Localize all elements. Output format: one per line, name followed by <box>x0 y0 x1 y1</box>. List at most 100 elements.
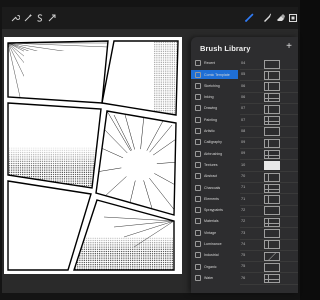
category-folder-icon <box>195 82 201 89</box>
brush-thumbnail <box>264 240 280 250</box>
brush-thumbnail <box>264 217 280 227</box>
category-label: Spraypaints <box>204 208 223 213</box>
brush-item[interactable]: 73 <box>240 229 298 239</box>
brush-thumbnail <box>264 149 280 159</box>
category-label: Artistic <box>204 129 215 134</box>
category-label: Vintage <box>204 230 217 235</box>
brush-item[interactable]: 76 <box>240 274 298 285</box>
thumbnail-divider <box>268 139 269 147</box>
brush-category-item[interactable]: Industrial <box>191 251 238 260</box>
brush-category-item[interactable]: Luminance <box>191 240 238 249</box>
brush-category-item[interactable]: Vintage <box>191 229 238 238</box>
brush-number: 09 <box>241 151 246 156</box>
thumbnail-divider <box>268 71 269 79</box>
brush-category-item[interactable]: Airbrushing <box>191 149 238 158</box>
category-folder-icon <box>195 229 201 236</box>
brush-number: 72 <box>241 207 246 212</box>
add-brush-button[interactable]: + <box>286 42 292 52</box>
brush-category-item[interactable]: Recent <box>191 59 238 68</box>
category-label: Recent <box>204 61 216 66</box>
category-folder-icon <box>195 274 201 281</box>
brush-item[interactable]: 71 <box>240 195 298 206</box>
brush-category-item[interactable]: Textures <box>191 161 238 170</box>
brush-category-item[interactable]: Inking <box>191 93 238 102</box>
brush-category-item[interactable]: Organic <box>191 262 238 271</box>
category-label: Organic <box>204 264 217 269</box>
brush-thumbnail <box>264 70 280 80</box>
brush-category-item[interactable]: Calligraphy <box>191 138 238 147</box>
brush-category-list: Recent Comic Template Sketching Inking Drawi… <box>191 59 238 289</box>
thumbnail-divider <box>268 173 269 181</box>
brush-category-item[interactable]: Elements <box>191 195 238 204</box>
brush-number: 08 <box>241 128 246 133</box>
brush-item[interactable]: 04 <box>240 59 298 70</box>
comic-panel-layout <box>4 37 182 274</box>
layers-icon[interactable] <box>286 11 299 24</box>
top-toolbar <box>2 7 298 29</box>
smudge-icon[interactable] <box>260 11 273 24</box>
category-label: Calligraphy <box>204 140 222 145</box>
brush-item[interactable]: 72 <box>240 206 298 217</box>
brush-number: 06 <box>241 83 246 88</box>
category-folder-icon <box>195 184 201 191</box>
brush-number: 70 <box>241 174 246 178</box>
thumbnail-divider <box>268 83 269 91</box>
brush-number: 73 <box>241 230 246 235</box>
brush-thumbnail <box>264 206 280 216</box>
brush-category-item[interactable]: Comic Template <box>191 70 238 79</box>
brush-thumbnail <box>264 251 280 261</box>
brush-item[interactable]: 70 <box>240 172 298 183</box>
brush-category-item[interactable]: Charcoals <box>191 183 238 192</box>
category-label: Airbrushing <box>204 151 223 156</box>
brush-category-item[interactable]: Water <box>191 274 238 283</box>
brush-icon[interactable] <box>243 11 256 24</box>
brush-thumbnail <box>264 127 280 137</box>
brush-category-item[interactable]: Abstract <box>191 172 238 181</box>
brush-item[interactable]: 05 <box>240 70 298 81</box>
brush-item[interactable]: 75 <box>240 251 298 262</box>
category-label: Charcoals <box>204 185 221 190</box>
category-folder-icon <box>195 252 201 259</box>
brush-item[interactable]: 09 <box>240 138 298 149</box>
wrench-icon[interactable] <box>8 11 21 24</box>
brush-item[interactable]: 72 <box>240 217 298 228</box>
brush-item[interactable]: 10 <box>240 161 298 172</box>
brush-item[interactable]: 74 <box>240 240 298 251</box>
brush-number: 71 <box>241 196 246 201</box>
brush-number: 07 <box>241 106 246 111</box>
brush-category-item[interactable]: Sketching <box>191 82 238 91</box>
category-label: Elements <box>204 196 219 201</box>
row-divider <box>240 283 298 285</box>
brush-category-item[interactable]: Materials <box>191 217 238 226</box>
app-screen: Brush Library + Recent Comic Template Sket… <box>2 7 298 293</box>
brush-item[interactable]: 06 <box>240 82 298 93</box>
brush-number: 72 <box>241 219 246 224</box>
category-folder-icon <box>195 116 201 123</box>
brush-category-item[interactable]: Painting <box>191 116 238 125</box>
brush-item[interactable]: 75 <box>240 262 298 273</box>
move-arrow-icon[interactable] <box>45 11 58 24</box>
thumbnail-divider <box>265 98 279 99</box>
brush-item[interactable]: 07 <box>240 104 298 115</box>
category-label: Inking <box>204 95 214 100</box>
thumbnail-divider <box>265 222 279 224</box>
thumbnail-divider <box>268 241 269 249</box>
brush-item[interactable]: 09 <box>240 149 298 160</box>
category-folder-icon <box>195 195 201 202</box>
brush-category-item[interactable]: Spraypaints <box>191 206 238 215</box>
brush-item[interactable]: 08 <box>240 127 298 138</box>
brush-category-item[interactable]: Drawing <box>191 104 238 113</box>
category-label: Comic Template <box>204 72 230 77</box>
brush-thumbnail <box>264 274 280 284</box>
category-label: Painting <box>204 117 217 122</box>
brush-item[interactable]: 71 <box>240 183 298 194</box>
brush-item[interactable]: 07 <box>240 116 298 126</box>
category-folder-icon <box>195 150 201 157</box>
brush-category-item[interactable]: Artistic <box>191 127 238 136</box>
category-folder-icon <box>195 94 201 101</box>
brush-thumbnail <box>264 104 280 114</box>
category-folder-icon <box>195 105 201 112</box>
comic-page-canvas[interactable] <box>4 37 182 274</box>
brush-number: 71 <box>241 185 246 190</box>
brush-item[interactable]: 06 <box>240 93 298 104</box>
